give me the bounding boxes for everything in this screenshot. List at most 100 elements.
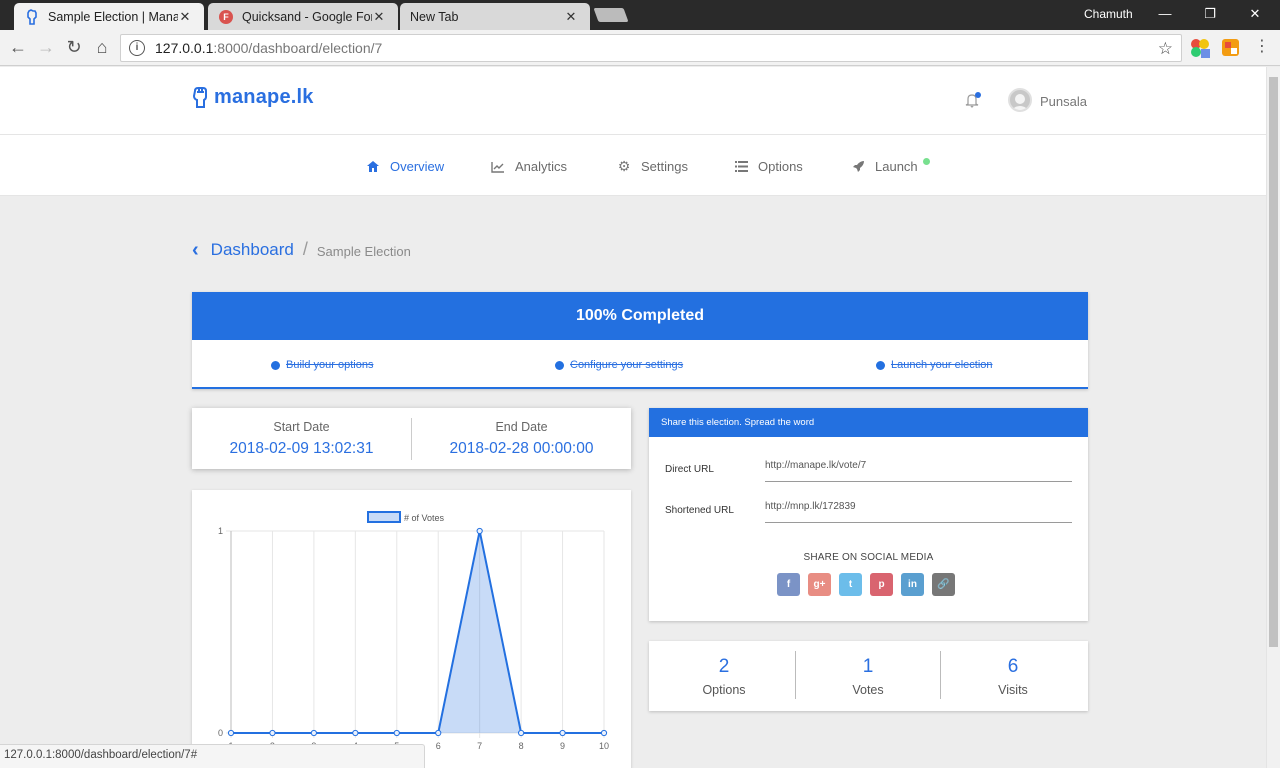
new-tab-button[interactable] (593, 8, 629, 22)
start-date: Start Date 2018-02-09 13:02:31 (192, 408, 411, 469)
breadcrumb-current: Sample Election (316, 243, 411, 259)
step-dot (555, 360, 564, 370)
direct-url-row: Direct URL http://manape.lk/vote/7 (665, 454, 1072, 484)
legend-label: # of Votes (404, 513, 445, 523)
notification-bell-icon[interactable] (964, 91, 982, 109)
step-dot (271, 360, 280, 370)
stat-options: 2 Options (651, 641, 797, 711)
browser-profile-name[interactable]: Chamuth (1084, 7, 1133, 21)
x-tick-label: 10 (599, 741, 609, 751)
stat-visits: 6 Visits (940, 641, 1086, 711)
user-name[interactable]: Punsala (1040, 94, 1087, 109)
extension-icon[interactable] (1190, 38, 1210, 58)
tab-close-icon[interactable]: ✕ (178, 9, 192, 25)
site-info-icon[interactable]: i (129, 40, 145, 56)
tab-title: Sample Election | Manap (48, 9, 178, 24)
end-date: End Date 2018-02-28 00:00:00 (412, 408, 631, 469)
minimize-icon[interactable]: — (1150, 4, 1180, 24)
copy-link-button[interactable]: 🔗 (932, 573, 955, 596)
tab-sample-election[interactable]: Sample Election | Manap ✕ (14, 3, 204, 30)
tab-new-tab[interactable]: New Tab ✕ (400, 3, 590, 30)
x-tick-label: 9 (560, 741, 565, 751)
google-fonts-favicon-icon: F (218, 9, 234, 25)
step-configure-settings[interactable]: Configure your settings (555, 359, 683, 371)
menu-kebab-icon[interactable]: ⋮ (1252, 38, 1272, 58)
short-url-field[interactable]: http://mnp.lk/172839 (765, 501, 1072, 523)
address-bar[interactable]: i 127.0.0.1:8000/dashboard/election/7 ☆ (120, 34, 1182, 62)
linkedin-share-button[interactable]: in (901, 573, 924, 596)
data-point (393, 729, 400, 737)
home-icon[interactable]: ⌂ (92, 38, 112, 58)
restore-icon[interactable]: ❐ (1195, 4, 1225, 24)
raised-fist-icon (192, 86, 207, 108)
step-launch-election[interactable]: Launch your election (876, 359, 993, 371)
nav-launch[interactable]: Launch (851, 159, 918, 174)
dates-card: Start Date 2018-02-09 13:02:31 End Date … (192, 408, 631, 469)
reload-icon[interactable]: ↻ (64, 38, 84, 58)
facebook-share-button[interactable]: f (777, 573, 800, 596)
start-date-label: Start Date (273, 420, 330, 434)
stats-card: 2 Options 1 Votes 6 Visits (649, 641, 1088, 711)
nav-options[interactable]: Options (734, 159, 803, 174)
logo-text: manape.lk (214, 86, 314, 108)
tab-close-icon[interactable]: ✕ (564, 9, 578, 25)
close-window-icon[interactable]: ✕ (1240, 4, 1270, 24)
series-line (231, 530, 604, 734)
launch-status-dot (923, 158, 930, 165)
votes-chart-card: 1234567891001# of Votes (192, 490, 631, 768)
x-tick-label: 7 (477, 741, 482, 751)
chevron-left-icon[interactable]: ‹ (192, 240, 199, 260)
y-tick-label: 1 (218, 526, 223, 536)
back-icon[interactable]: ← (8, 38, 28, 58)
google-plus-share-button[interactable]: g+ (808, 573, 831, 596)
nav-settings-label: Settings (641, 159, 688, 174)
avatar[interactable] (1008, 88, 1032, 112)
series-area (231, 531, 604, 733)
step-label: Launch your election (891, 359, 993, 371)
data-point (559, 729, 566, 737)
gear-icon: ⚙ (617, 158, 631, 174)
page-scrollbar[interactable] (1266, 67, 1280, 768)
direct-url-field[interactable]: http://manape.lk/vote/7 (765, 460, 1072, 482)
url-path: :8000/dashboard/election/7 (213, 40, 383, 56)
nav-analytics-label: Analytics (515, 159, 568, 174)
share-card: Share this election. Spread the word Dir… (649, 408, 1088, 621)
breadcrumb-dashboard-link[interactable]: Dashboard (211, 240, 294, 260)
social-buttons: f g+ t p in 🔗 (777, 573, 955, 596)
site-logo[interactable]: manape.lk (192, 86, 314, 109)
nav-options-label: Options (758, 159, 803, 174)
share-title: Share this election. Spread the word (649, 408, 1088, 437)
extension-icon[interactable] (1221, 38, 1241, 58)
votes-chart: 1234567891001# of Votes (218, 511, 609, 751)
pinterest-share-button[interactable]: p (870, 573, 893, 596)
forward-icon[interactable]: → (36, 38, 56, 58)
x-tick-label: 8 (519, 741, 524, 751)
nav-overview[interactable]: Overview (366, 159, 444, 174)
list-icon (734, 160, 748, 174)
nav-analytics[interactable]: Analytics (491, 159, 567, 174)
stat-options-label: Options (702, 683, 746, 697)
progress-title: 100% Completed (192, 292, 1088, 340)
breadcrumb: ‹ Dashboard / Sample Election (192, 239, 411, 260)
data-point (435, 729, 442, 737)
step-label: Build your options (286, 359, 374, 371)
home-icon (366, 160, 380, 174)
nav-overview-label: Overview (390, 159, 445, 174)
nav-settings[interactable]: ⚙ Settings (617, 158, 688, 174)
stat-visits-value: 6 (1007, 656, 1019, 677)
step-build-options[interactable]: Build your options (271, 359, 373, 371)
bookmark-star-icon[interactable]: ☆ (1158, 39, 1173, 59)
progress-bottom-bar (192, 387, 1088, 389)
tab-quicksand-font[interactable]: F Quicksand - Google Font ✕ (208, 3, 398, 30)
stat-votes-label: Votes (852, 683, 884, 697)
browser-toolbar: ← → ↻ ⌂ i 127.0.0.1:8000/dashboard/elect… (0, 30, 1280, 66)
status-bar-url: 127.0.0.1:8000/dashboard/election/7# (0, 744, 425, 768)
twitter-share-button[interactable]: t (839, 573, 862, 596)
tab-title: New Tab (410, 9, 459, 24)
end-date-value: 2018-02-28 00:00:00 (449, 440, 594, 457)
stat-votes-value: 1 (862, 656, 874, 677)
scrollbar-thumb[interactable] (1269, 77, 1278, 647)
tab-close-icon[interactable]: ✕ (372, 9, 386, 25)
site-header: manape.lk Punsala (0, 67, 1266, 135)
data-point (227, 729, 235, 737)
